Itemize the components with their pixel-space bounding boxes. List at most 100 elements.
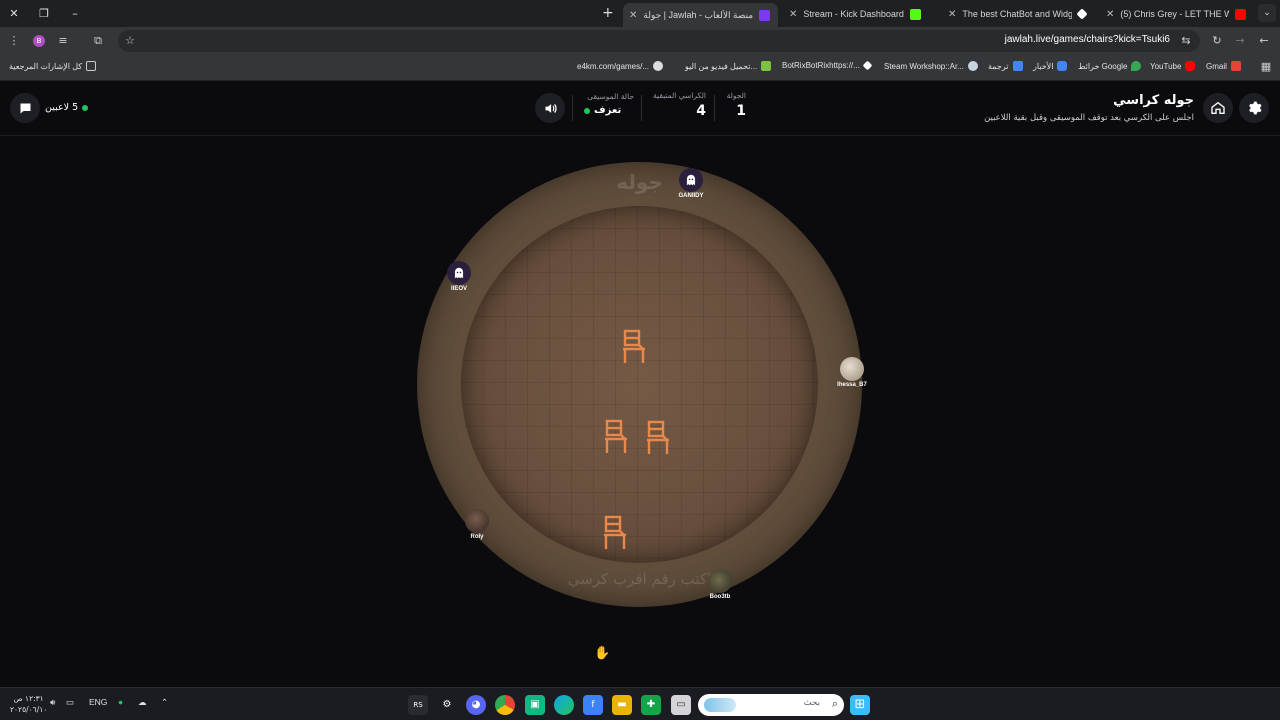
board-floor (461, 206, 818, 563)
bookmark-translate[interactable]: ترجمة (988, 61, 1023, 71)
divider (714, 95, 715, 121)
gmail-icon (1230, 61, 1241, 71)
close-tab-icon[interactable]: ✕ (789, 9, 797, 20)
extensions-icon[interactable]: ≡ (55, 33, 71, 49)
bookmark-star-icon[interactable]: ☆ (122, 33, 138, 49)
network-tray-icon[interactable]: ▭ (66, 697, 74, 708)
close-tab-icon[interactable]: ✕ (629, 10, 637, 21)
chat-button[interactable] (10, 93, 40, 123)
restore-window-icon[interactable]: ❐ (36, 6, 52, 22)
bookmark-e4km[interactable]: e4km.com/games/... (577, 61, 664, 71)
tiktok-studio-app-icon[interactable]: ▣ (525, 695, 545, 715)
bookmark-label: BotRixBotRixhttps://... (782, 61, 860, 70)
obs-app-icon[interactable]: RS (408, 695, 428, 715)
gear-icon (1249, 101, 1262, 115)
maps-pin-icon (1131, 61, 1142, 71)
bookmark-label: تحميل فيديو من اليو... (685, 61, 758, 71)
edge-app-icon[interactable] (554, 695, 574, 715)
botrix-favicon-icon (1076, 8, 1088, 20)
onedrive-tray-icon[interactable]: ☁ (138, 697, 147, 708)
close-tab-icon[interactable]: ✕ (948, 9, 956, 20)
chair-icon[interactable] (619, 329, 649, 365)
player-token[interactable]: GANIIDY (661, 168, 721, 199)
bookmark-google-maps[interactable]: خرائط Google (1078, 61, 1142, 71)
apps-grid-icon[interactable]: ▦ (1258, 59, 1274, 75)
site-settings-icon[interactable]: ⇆ (1178, 33, 1194, 49)
new-tab-icon[interactable]: + (602, 5, 614, 21)
home-button[interactable] (1203, 93, 1233, 123)
windows-start-icon[interactable]: ⊞ (850, 695, 870, 715)
tab-title: Stream - Kick Dashboard (803, 9, 904, 19)
photo-avatar-icon (840, 357, 864, 381)
player-name: Boo3tb (709, 594, 731, 600)
bookmarks-bar: كل الإشارات المرجعية e4km.com/games/... … (0, 55, 1280, 81)
game-subtitle: اجلس على الكرسي بعد توقف الموسيقى وقبل ب… (984, 113, 1194, 123)
volume-button[interactable] (535, 93, 565, 123)
forward-icon[interactable]: → (1232, 33, 1248, 49)
round-stat: الجولة 1 (718, 91, 746, 119)
players-count: 5 لاعبين (45, 102, 89, 113)
tab-jawlah[interactable]: ✕ جولة | Jawlah - منصة الألعاب (623, 3, 778, 27)
taskbar-search[interactable]: بحث ⌕ (698, 694, 844, 716)
download-icon (761, 61, 772, 71)
player-name: Roly (470, 534, 484, 540)
bookmark-label: Gmail (1206, 61, 1227, 71)
facebook-app-icon[interactable]: f (583, 695, 603, 715)
chairs-value: 4 (696, 103, 706, 119)
puzzle-icon[interactable]: ⧉ (90, 33, 106, 49)
close-tab-icon[interactable]: ✕ (1106, 9, 1114, 20)
player-token[interactable]: Ihessa_B7 (822, 357, 882, 388)
bookmark-botrix[interactable]: BotRixBotRixhttps://... (782, 60, 873, 71)
bookmark-news[interactable]: الأخبار (1033, 61, 1068, 71)
minimize-window-icon[interactable]: – (67, 6, 83, 22)
player-token[interactable]: Roly (447, 509, 507, 540)
back-icon[interactable]: ← (1256, 33, 1272, 49)
steam-app-icon[interactable]: ⚙ (437, 695, 457, 715)
tab-chatbot[interactable]: ✕ The best ChatBot and Widgets (942, 3, 1092, 25)
steam-icon (967, 61, 978, 71)
volume-tray-icon[interactable]: 🔊︎ (50, 697, 55, 708)
xbox-app-icon[interactable]: ✚ (641, 695, 661, 715)
browser-tabstrip: ✕ ❐ – + ✕ جولة | Jawlah - منصة الألعاب ✕… (0, 0, 1280, 27)
bookmark-all[interactable]: كل الإشارات المرجعية (9, 61, 97, 71)
bookmark-download-video[interactable]: تحميل فيديو من اليو... (685, 61, 772, 71)
task-view-icon[interactable]: ▭ (671, 695, 691, 715)
bookmark-steam-workshop[interactable]: Steam Workshop::Ar... (884, 61, 978, 71)
url-text: jawlah.live/games/chairs?kick=Tsuki6 (1004, 34, 1170, 45)
tab-kick-dashboard[interactable]: ✕ Stream - Kick Dashboard (783, 3, 933, 25)
divider (572, 95, 573, 121)
settings-button[interactable] (1239, 93, 1269, 123)
hand-cursor-icon: ✋ (594, 646, 611, 661)
close-window-icon[interactable]: ✕ (6, 6, 22, 22)
language-indicator[interactable]: ENG (89, 697, 107, 707)
system-clock[interactable]: ١٢:٣١ ص ٢٠٢٥/٠٦/١٠ (10, 693, 47, 715)
reload-icon[interactable]: ↻ (1209, 33, 1225, 49)
address-bar[interactable]: ☆ jawlah.live/games/chairs?kick=Tsuki6 ⇆ (118, 30, 1200, 52)
youtube-icon (1185, 61, 1196, 71)
file-explorer-app-icon[interactable]: ▬ (612, 695, 632, 715)
youtube-favicon-icon (1235, 8, 1246, 20)
menu-kebab-icon[interactable]: ⋮ (6, 33, 22, 49)
chair-icon[interactable] (601, 419, 631, 455)
profile-avatar[interactable]: B (33, 35, 45, 47)
player-name: IIEOV (450, 286, 467, 292)
chrome-app-icon[interactable] (495, 695, 515, 715)
tab-search-icon[interactable]: ⌄ (1258, 4, 1276, 22)
bookmark-label: YouTube (1150, 61, 1182, 71)
tab-youtube[interactable]: ✕ (5) Chris Grey - LET THE WORLD (1100, 3, 1252, 25)
player-token[interactable]: Boo3tb (690, 569, 750, 600)
search-highlight-image (704, 698, 736, 712)
botrix-icon (862, 60, 873, 71)
music-value: تعزف (584, 105, 634, 116)
chair-icon[interactable] (600, 515, 630, 551)
discord-app-icon[interactable]: ◕ (466, 695, 486, 715)
player-token[interactable]: IIEOV (429, 261, 489, 292)
windows-taskbar: ١٢:٣١ ص ٢٠٢٥/٠٦/١٠ 🔊︎ ▭ ENG ● ☁ ⌃ RS ⚙ ◕… (0, 687, 1280, 720)
bookmark-gmail[interactable]: Gmail (1206, 61, 1241, 71)
microphone-tray-icon[interactable]: ● (118, 697, 123, 707)
home-icon (1211, 101, 1225, 114)
show-hidden-icons[interactable]: ⌃ (161, 697, 168, 708)
jawlah-favicon-icon (759, 9, 771, 21)
bookmark-youtube[interactable]: YouTube (1150, 61, 1196, 71)
chair-icon[interactable] (643, 420, 673, 456)
